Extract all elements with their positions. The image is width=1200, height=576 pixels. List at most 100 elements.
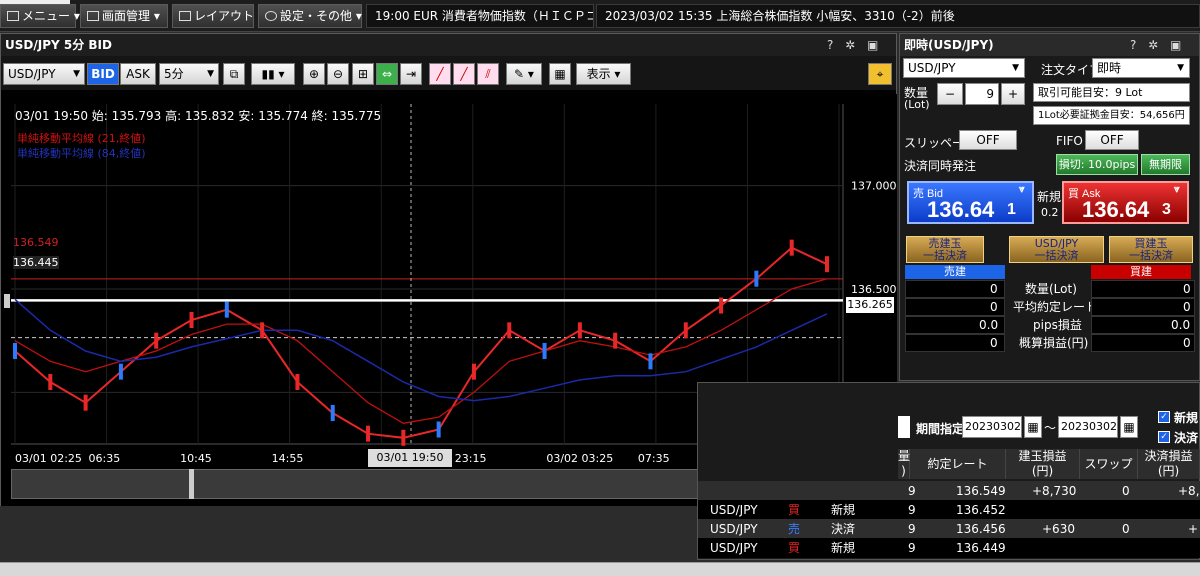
col-header-swap[interactable]: スワップ — [1080, 449, 1138, 479]
date-from-input[interactable]: 20230302 — [962, 416, 1022, 438]
crosshair-button[interactable]: ⊞ — [352, 63, 374, 85]
zoom-out-button[interactable]: ⊖ — [327, 63, 349, 85]
buy-ask-button[interactable]: 買 Ask 136.64 3 ⩔ — [1062, 181, 1189, 224]
candle — [471, 363, 476, 380]
order-type-select[interactable]: 即時 ▼ — [1092, 58, 1190, 78]
fifo-label: FIFO — [1056, 134, 1083, 148]
new-checkbox[interactable]: ✓ — [1158, 411, 1170, 423]
channel-tool-icon: ⫽ — [485, 67, 491, 81]
top-menu-bar: メニュー ▾ 画面管理 ▾ レイアウト ▾ 設定・その他 ▾ 19:00 EUR… — [0, 0, 1200, 32]
horizontal-scrollbar[interactable] — [0, 562, 1200, 576]
legend-ma21: 単純移動平均線 (21,終値) — [17, 132, 146, 145]
pair-close-all-button[interactable]: USD/JPY 一括決済 — [1009, 236, 1104, 263]
candle — [83, 394, 88, 411]
qty-unit: (Lot) — [904, 98, 930, 111]
x-tick-label: 14:55 — [272, 452, 304, 465]
ask-price-main: 136.64 — [1082, 197, 1150, 222]
menu-icon — [7, 11, 19, 21]
fit-button[interactable]: ⇔ — [376, 63, 398, 85]
summary-row: 0 数量(Lot) 0 — [905, 280, 1195, 298]
draw-channel-button[interactable]: ⫽ — [477, 63, 499, 85]
table-row[interactable]: USD/JPY 買 新規 9 136.449 — [698, 538, 1200, 558]
pen-select[interactable]: ✎ ▾ — [506, 63, 542, 85]
indicator-icon: ▦ — [554, 67, 566, 81]
fit-icon: ⇔ — [381, 67, 393, 81]
settle-checkbox-label: 決済 — [1174, 431, 1199, 445]
chart-settings-button[interactable]: ⌖ — [868, 63, 892, 85]
available-lots: 取引可能目安：9 Lot — [1033, 83, 1190, 102]
qty-plus-button[interactable]: + — [1001, 83, 1025, 105]
candle — [401, 429, 406, 446]
slippage-toggle[interactable]: OFF — [959, 130, 1017, 150]
unlimited-button[interactable]: 無期限 — [1141, 154, 1190, 175]
chevron-down-icon: ⩔ — [1019, 184, 1025, 195]
chart-type-select[interactable]: ▮▮ ▾ — [251, 63, 295, 85]
ask-toggle[interactable]: ASK — [120, 63, 156, 85]
col-header-settle-pl[interactable]: 決済損益 (円) — [1138, 449, 1200, 479]
calendar-icon: ▦ — [1027, 420, 1039, 434]
table-row[interactable]: 9 136.549 +8,730 0 +8, — [698, 481, 1200, 501]
sell-close-all-button[interactable]: 売建玉 一括決済 — [906, 236, 984, 263]
stoploss-button[interactable]: 損切: 10.0pips — [1056, 154, 1138, 175]
candle — [754, 270, 759, 287]
draw-trend-button[interactable]: ╱ — [453, 63, 475, 85]
trend-tool-icon: ╱ — [460, 67, 468, 81]
calendar-to-button[interactable]: ▦ — [1120, 416, 1138, 438]
bid-toggle[interactable]: BID — [87, 63, 119, 85]
candle — [224, 301, 229, 318]
table-row[interactable]: USD/JPY 買 新規 9 136.452 — [698, 500, 1200, 520]
order-pair-select[interactable]: USD/JPY ▼ — [903, 58, 1025, 78]
display-select[interactable]: 表示 ▾ — [576, 63, 631, 85]
left-scroll-handle[interactable] — [4, 294, 10, 308]
screen-manage-button[interactable]: 画面管理 ▾ — [80, 4, 168, 28]
candle — [189, 312, 194, 328]
sell-bid-button[interactable]: 売 Bid 136.64 1 ⩔ — [907, 181, 1034, 224]
col-header-rate[interactable]: 約定レート — [910, 449, 1006, 479]
indicator-button[interactable]: ▦ — [549, 63, 571, 85]
period-select[interactable]: 5分 ▼ — [159, 63, 219, 85]
candle — [436, 421, 441, 438]
draw-line-button[interactable]: ╱ — [429, 63, 451, 85]
crosshair-time-label: 03/01 19:50 — [368, 449, 452, 467]
buy-close-all-button[interactable]: 買建玉 一括決済 — [1109, 236, 1193, 263]
filter-stub[interactable] — [898, 416, 910, 438]
candle — [118, 363, 123, 380]
candle — [48, 374, 53, 390]
settings-button[interactable]: 設定・その他 ▾ — [258, 4, 362, 28]
qty-minus-button[interactable]: − — [937, 83, 963, 105]
zoom-out-icon: ⊖ — [332, 67, 344, 81]
news-ticker-2[interactable]: 2023/03/02 15:35 上海総合株価指数 小幅安、3310（-2）前後 — [596, 4, 1200, 28]
col-header-pl[interactable]: 建玉損益 (円) — [1006, 449, 1080, 479]
line-tool-icon: ╱ — [436, 67, 444, 81]
menu-button[interactable]: メニュー ▾ — [0, 4, 80, 28]
pair-select[interactable]: USD/JPY ▼ — [3, 63, 85, 85]
col-header-qty[interactable]: 量 ) — [898, 449, 910, 479]
news-ticker-1[interactable]: 19:00 EUR 消費者物価指数（ＨＩＣＰコア指 — [366, 4, 594, 28]
chevron-down-icon: ▼ — [207, 69, 214, 79]
table-row[interactable]: USD/JPY 売 決済 9 136.456 +630 0 + — [698, 519, 1200, 539]
order-title: 即時(USD/JPY) — [904, 38, 994, 52]
zoom-in-button[interactable]: ⊕ — [303, 63, 325, 85]
chevron-down-icon: ⩔ — [1174, 184, 1180, 195]
x-tick-label: 10:45 — [180, 452, 212, 465]
scroll-end-button[interactable]: ⇥ — [400, 63, 422, 85]
settle-checkbox[interactable]: ✓ — [1158, 431, 1170, 443]
order-window-controls[interactable]: ? ✲ ▣ ✕ — [1130, 34, 1200, 74]
zoom-in-icon: ⊕ — [308, 67, 320, 81]
layout-button[interactable]: レイアウト ▾ — [172, 4, 264, 28]
fifo-toggle[interactable]: OFF — [1085, 130, 1139, 150]
navigator-handle-left[interactable] — [189, 469, 194, 499]
candle — [577, 322, 582, 339]
copy-chart-button[interactable]: ⧉ — [223, 63, 245, 85]
calendar-from-button[interactable]: ▦ — [1024, 416, 1042, 438]
pencil-icon: ✎ ▾ — [514, 67, 534, 81]
candle — [789, 239, 794, 256]
qty-input[interactable]: 9 — [965, 83, 999, 105]
chart-window-controls[interactable]: ? ✲ ▣ ✕ — [827, 34, 897, 74]
settle-order-label: 決済同時発注 — [904, 159, 977, 173]
sell-header: 売建 — [905, 265, 1005, 279]
x-tick-label: 06:35 — [89, 452, 121, 465]
period-label: 期間指定 — [916, 422, 965, 436]
candle — [683, 322, 688, 339]
date-to-input[interactable]: 20230302 — [1058, 416, 1118, 438]
